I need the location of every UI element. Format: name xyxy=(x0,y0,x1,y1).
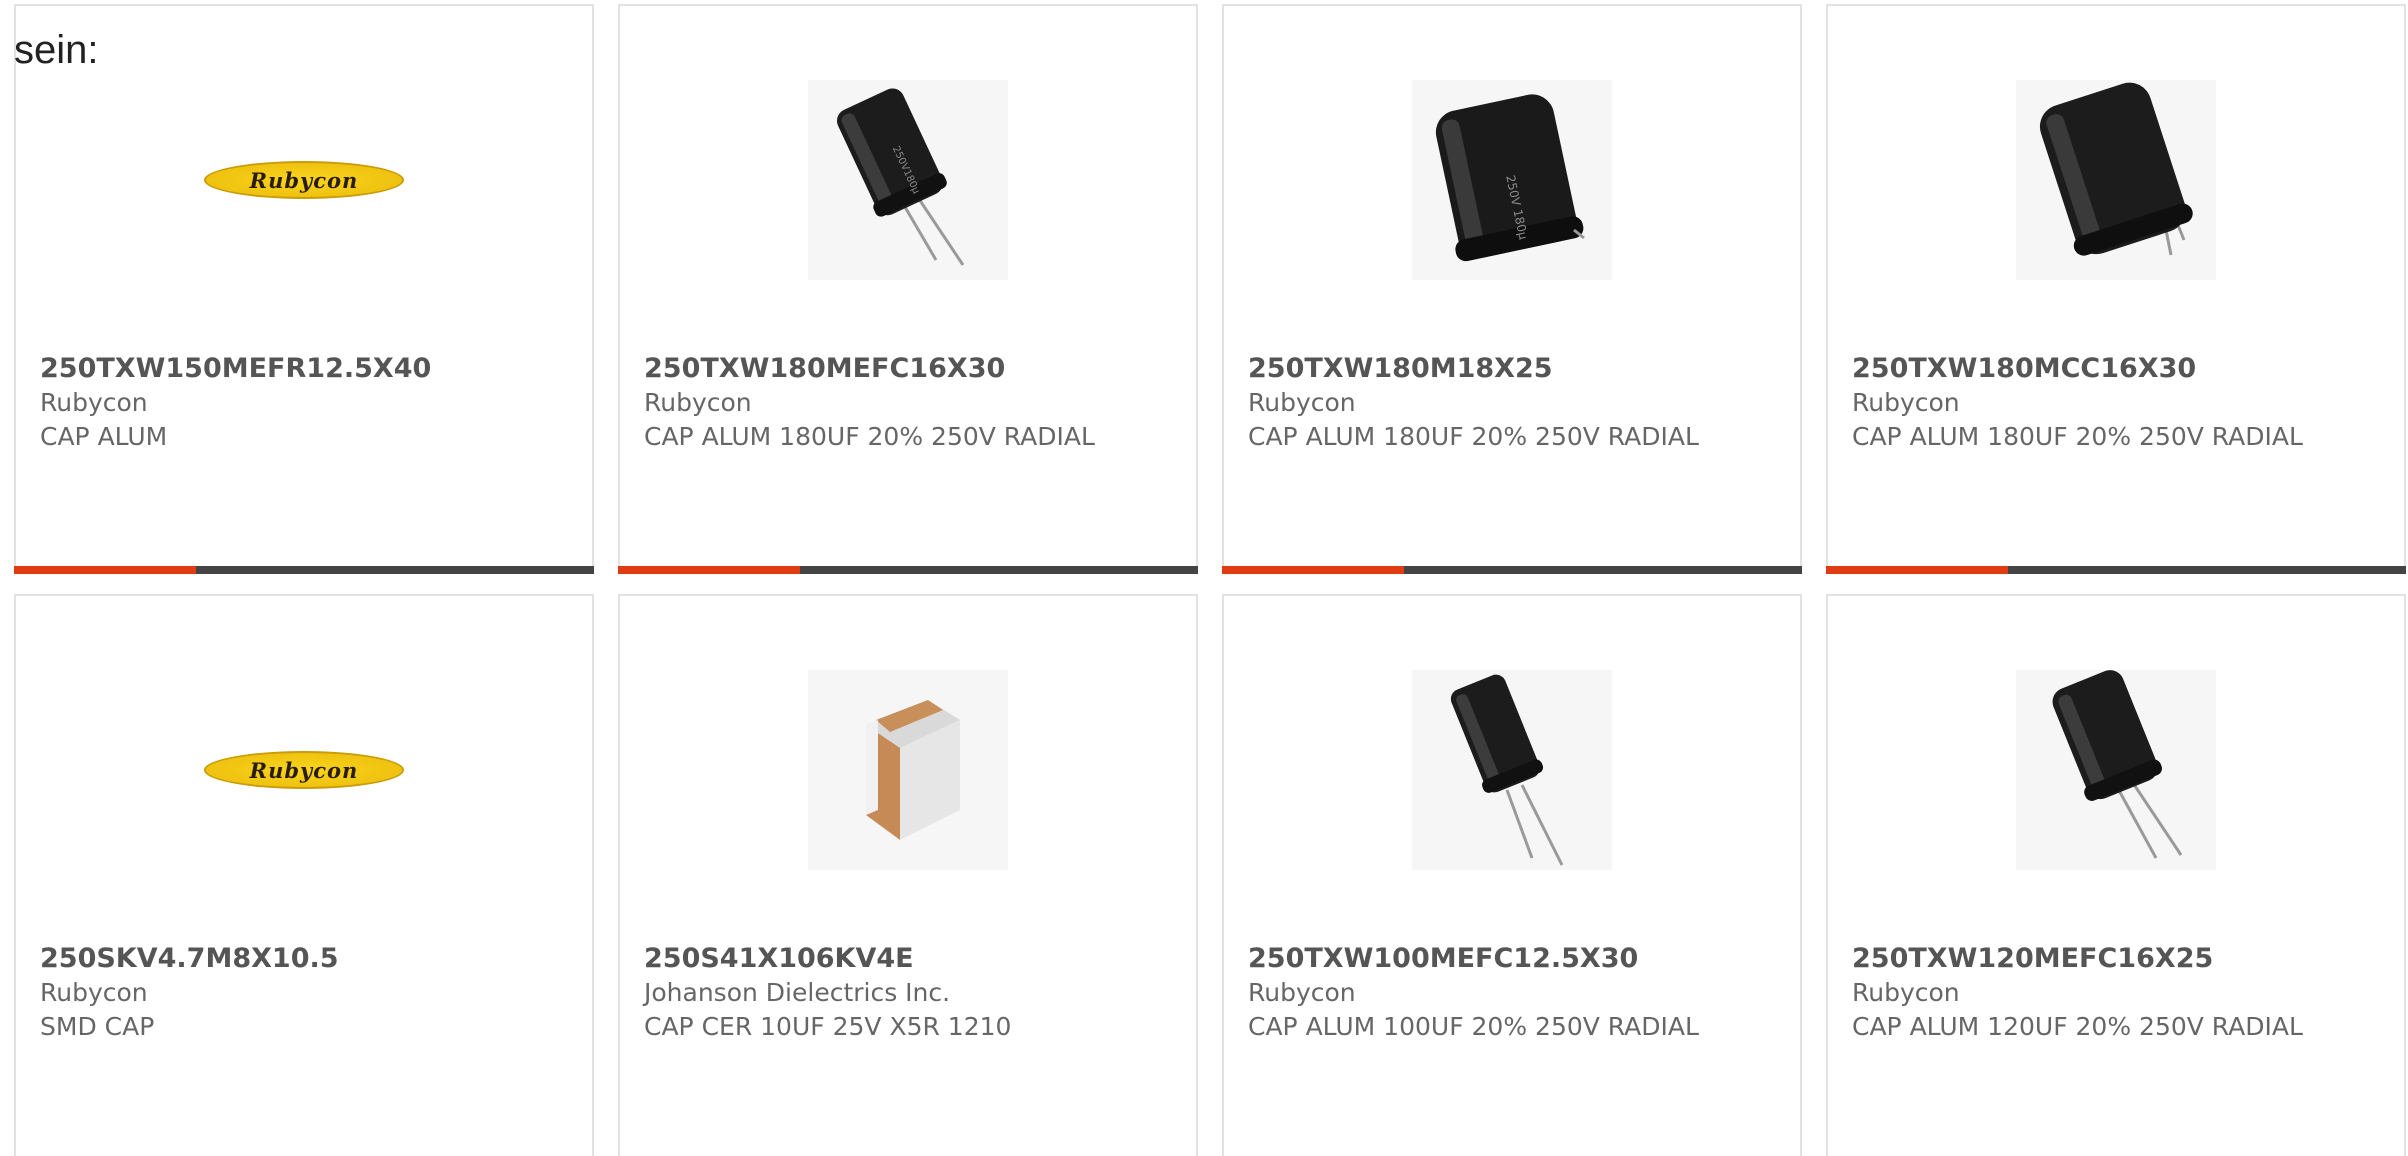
product-card[interactable]: Rubycon 250SKV4.7M8X10.5 Rubycon SMD CAP xyxy=(14,594,594,1156)
product-card[interactable]: 250V 180μ 250TXW180M18X25 Rubycon CAP AL… xyxy=(1222,4,1802,574)
rubycon-logo: Rubycon xyxy=(204,670,404,870)
radial-capacitor-icon: 250V180μ xyxy=(808,80,1008,280)
radial-capacitor-icon xyxy=(1412,670,1612,870)
manufacturer-name: Rubycon xyxy=(40,978,148,1007)
ceramic-chip-capacitor-icon xyxy=(808,670,1008,870)
manufacturer-name: Johanson Dielectrics Inc. xyxy=(644,978,951,1007)
product-card[interactable]: Rubycon 250TXW150MEFR12.5X40 Rubycon CAP… xyxy=(14,4,594,574)
card-bottom-bar xyxy=(1222,566,1802,574)
snap-in-capacitor-icon: 250V 180μ xyxy=(1412,80,1612,280)
part-number-link[interactable]: 250TXW180MCC16X30 xyxy=(1852,352,2372,386)
card-bottom-bar xyxy=(618,566,1198,574)
manufacturer-name: Rubycon xyxy=(644,388,752,417)
card-bottom-bar xyxy=(14,566,594,574)
product-description: SMD CAP xyxy=(40,1012,155,1041)
radial-capacitor-icon xyxy=(2016,670,2216,870)
product-description: CAP ALUM 180UF 20% 250V RADIAL xyxy=(1248,422,1699,451)
product-description: CAP ALUM 180UF 20% 250V RADIAL xyxy=(644,422,1095,451)
rubycon-logo: Rubycon xyxy=(204,80,404,280)
product-card[interactable]: 250V180μ 250TXW180MEFC16X30 Rubycon CAP … xyxy=(618,4,1198,574)
product-card[interactable]: 250S41X106KV4E Johanson Dielectrics Inc.… xyxy=(618,594,1198,1156)
product-card[interactable]: 250TXW100MEFC12.5X30 Rubycon CAP ALUM 10… xyxy=(1222,594,1802,1156)
manufacturer-name: Rubycon xyxy=(1248,978,1356,1007)
part-number-link[interactable]: 250TXW180M18X25 xyxy=(1248,352,1768,386)
product-card[interactable]: 250TXW180MCC16X30 Rubycon CAP ALUM 180UF… xyxy=(1826,4,2406,574)
part-number-link[interactable]: 250TXW100MEFC12.5X30 xyxy=(1248,942,1768,976)
manufacturer-name: Rubycon xyxy=(1852,388,1960,417)
product-description: CAP ALUM 100UF 20% 250V RADIAL xyxy=(1248,1012,1699,1041)
part-number-link[interactable]: 250SKV4.7M8X10.5 xyxy=(40,942,560,976)
manufacturer-name: Rubycon xyxy=(40,388,148,417)
part-number-link[interactable]: 250TXW120MEFC16X25 xyxy=(1852,942,2372,976)
card-bottom-bar xyxy=(1826,566,2406,574)
part-number-link[interactable]: 250TXW150MEFR12.5X40 xyxy=(40,352,560,386)
part-number-link[interactable]: 250TXW180MEFC16X30 xyxy=(644,352,1164,386)
intro-text: sein: xyxy=(14,28,99,72)
short-lead-capacitor-icon xyxy=(2016,80,2216,280)
product-description: CAP ALUM xyxy=(40,422,168,451)
manufacturer-name: Rubycon xyxy=(1248,388,1356,417)
manufacturer-name: Rubycon xyxy=(1852,978,1960,1007)
part-number-link[interactable]: 250S41X106KV4E xyxy=(644,942,1164,976)
product-description: CAP ALUM 180UF 20% 250V RADIAL xyxy=(1852,422,2303,451)
product-card[interactable]: 250TXW120MEFC16X25 Rubycon CAP ALUM 120U… xyxy=(1826,594,2406,1156)
product-grid-page: sein: Rubycon 250TXW150MEFR12.5X40 Rubyc… xyxy=(0,0,2408,1156)
product-description: CAP CER 10UF 25V X5R 1210 xyxy=(644,1012,1012,1041)
product-description: CAP ALUM 120UF 20% 250V RADIAL xyxy=(1852,1012,2303,1041)
